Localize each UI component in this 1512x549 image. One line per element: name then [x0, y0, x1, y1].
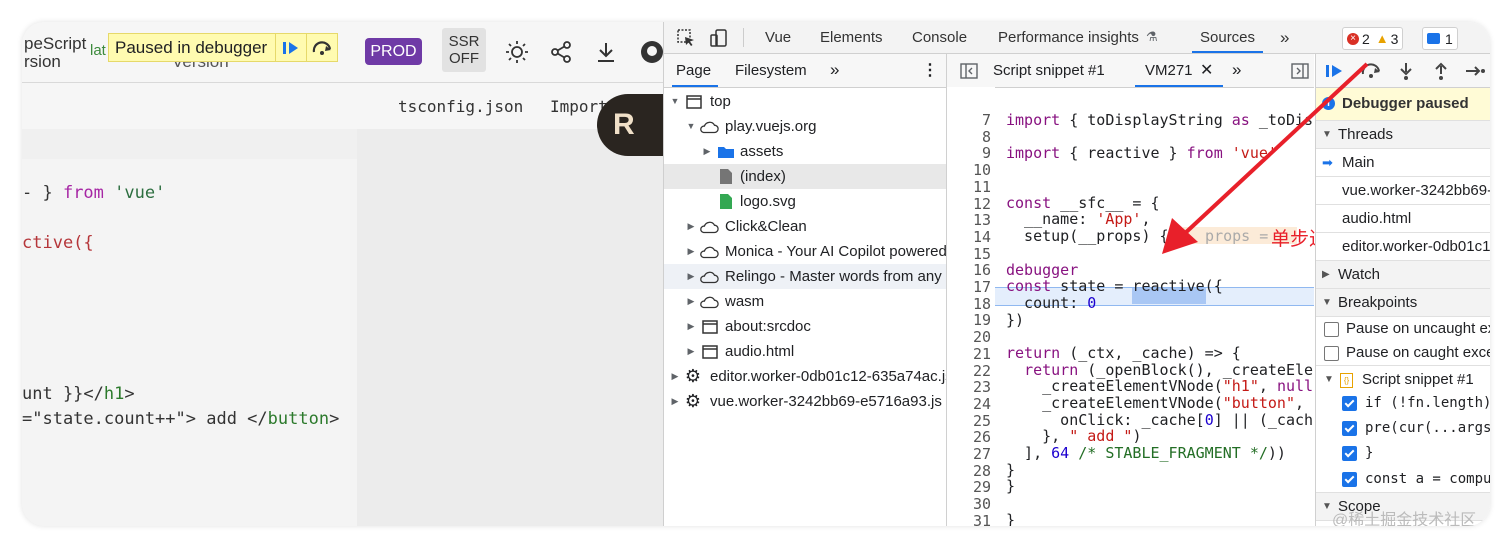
annotation-arrow [1162, 62, 1369, 254]
watermark: @稀土掘金技术社区 [1332, 512, 1477, 526]
screenshot-frame: peScript rsion lat Version ▼ Paused in d… [22, 22, 1490, 526]
